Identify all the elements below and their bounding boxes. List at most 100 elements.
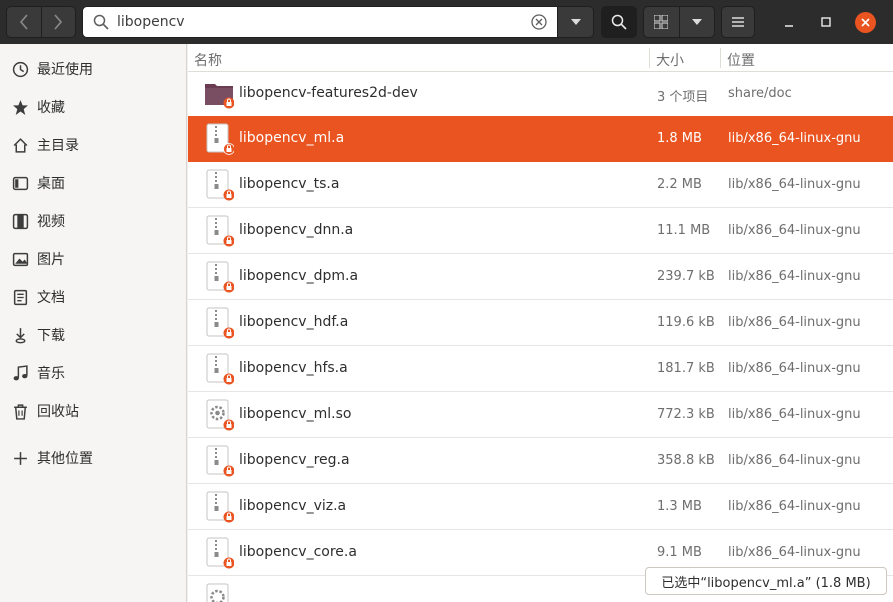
view-options-button[interactable] (678, 7, 714, 37)
file-list: 名称 大小 位置 libopencv-features2d-dev 3 个项目 … (188, 44, 893, 602)
trash-icon (14, 403, 27, 420)
file-location: lib/x86_64-linux-gnu (728, 269, 861, 284)
file-name: libopencv_ml.a (239, 130, 345, 146)
sidebar-item-label: 其他位置 (37, 451, 93, 467)
table-row[interactable]: libopencv_dnn.a 11.1 MB lib/x86_64-linux… (188, 208, 893, 254)
sidebar-item-pictures[interactable]: 图片 (0, 242, 186, 276)
sidebar-item-home[interactable]: 主目录 (0, 128, 186, 162)
navigation-buttons (6, 6, 76, 38)
music-icon (13, 364, 28, 380)
grid-view-button[interactable] (644, 7, 679, 37)
file-location: lib/x86_64-linux-gnu (728, 315, 861, 330)
file-size: 181.7 kB (657, 361, 715, 376)
file-size: 11.1 MB (657, 223, 711, 238)
table-row[interactable]: libopencv_hfs.a 181.7 kB lib/x86_64-linu… (188, 346, 893, 392)
column-separator[interactable] (649, 48, 650, 68)
clock-icon (12, 61, 29, 77)
clear-icon[interactable] (531, 14, 547, 30)
sidebar-item-label: 主目录 (37, 138, 79, 154)
sidebar-item-downloads[interactable]: 下载 (0, 318, 186, 352)
archive-icon (206, 353, 234, 385)
table-row[interactable]: libopencv_ml.a 1.8 MB lib/x86_64-linux-g… (188, 116, 893, 162)
sidebar-item-label: 文档 (37, 290, 65, 306)
chevron-right-icon (54, 14, 63, 30)
forward-button[interactable] (40, 7, 75, 37)
search-options-dropdown[interactable] (558, 6, 594, 38)
file-name: libopencv_hdf.a (239, 314, 349, 330)
file-location: lib/x86_64-linux-gnu (728, 223, 861, 238)
search-field[interactable] (82, 6, 558, 38)
menu-button[interactable] (721, 6, 755, 38)
minimize-button[interactable] (779, 12, 799, 32)
table-row[interactable]: libopencv_ml.so 772.3 kB lib/x86_64-linu… (188, 392, 893, 438)
folder-icon (205, 84, 234, 109)
archive-icon (206, 215, 234, 247)
file-size: 358.8 kB (657, 453, 715, 468)
sidebar-item-desktop[interactable]: 桌面 (0, 166, 186, 200)
archive-icon (206, 169, 234, 201)
sidebar-item-label: 桌面 (37, 176, 65, 192)
image-icon (12, 252, 29, 266)
table-row[interactable]: libopencv_viz.a 1.3 MB lib/x86_64-linux-… (188, 484, 893, 530)
shared-library-icon (206, 583, 229, 602)
sidebar-item-label: 收藏 (37, 100, 65, 116)
column-header: 名称 大小 位置 (188, 44, 893, 72)
sidebar-item-label: 音乐 (37, 366, 65, 382)
table-row[interactable]: libopencv_reg.a 358.8 kB lib/x86_64-linu… (188, 438, 893, 484)
shared-library-icon (206, 399, 234, 431)
file-name: libopencv_ts.a (239, 176, 340, 192)
table-row[interactable]: libopencv_hdf.a 119.6 kB lib/x86_64-linu… (188, 300, 893, 346)
sidebar-item-music[interactable]: 音乐 (0, 356, 186, 390)
archive-icon (206, 307, 234, 339)
sidebar-item-label: 最近使用 (37, 62, 93, 78)
back-button[interactable] (7, 7, 41, 37)
archive-icon (206, 491, 234, 523)
file-name: libopencv_dpm.a (239, 268, 359, 284)
archive-icon (206, 537, 234, 569)
file-name: libopencv_dnn.a (239, 222, 354, 238)
column-header-name[interactable]: 名称 (194, 50, 222, 70)
sidebar-item-label: 图片 (37, 252, 65, 268)
file-location: lib/x86_64-linux-gnu (728, 361, 861, 376)
column-header-location[interactable]: 位置 (727, 50, 755, 70)
file-location: lib/x86_64-linux-gnu (728, 177, 861, 192)
grid-icon (654, 15, 669, 29)
sidebar-item-documents[interactable]: 文档 (0, 280, 186, 314)
sidebar: 最近使用 收藏 主目录 桌面 视频 图片 文档 下载 音乐 回收站 其他位置 (0, 44, 187, 602)
sidebar-item-recent[interactable]: 最近使用 (0, 52, 186, 86)
file-location: lib/x86_64-linux-gnu (728, 131, 861, 146)
download-icon (15, 327, 26, 343)
home-icon (13, 137, 28, 153)
file-location: lib/x86_64-linux-gnu (728, 545, 861, 560)
archive-icon (206, 123, 234, 155)
table-row[interactable]: libopencv_ts.a 2.2 MB lib/x86_64-linux-g… (188, 162, 893, 208)
archive-icon (206, 261, 234, 293)
maximize-button[interactable] (816, 12, 836, 32)
file-name: libopencv_core.a (239, 544, 357, 560)
file-name: libopencv_hfs.a (239, 360, 348, 376)
search-toggle-button[interactable] (601, 6, 637, 38)
sidebar-item-starred[interactable]: 收藏 (0, 90, 186, 124)
file-location: lib/x86_64-linux-gnu (728, 407, 861, 422)
close-button[interactable] (855, 12, 876, 33)
file-name: libopencv_ml.so (239, 406, 352, 422)
search-input[interactable] (117, 12, 517, 32)
file-name: libopencv_viz.a (239, 498, 347, 514)
sidebar-item-label: 回收站 (37, 404, 79, 420)
sidebar-item-label: 下载 (37, 328, 65, 344)
file-size: 239.7 kB (657, 269, 715, 284)
table-row[interactable]: libopencv-features2d-dev 3 个项目 share/doc (188, 71, 893, 117)
table-row[interactable]: libopencv_dpm.a 239.7 kB lib/x86_64-linu… (188, 254, 893, 300)
triangle-down-icon (570, 19, 581, 25)
search-icon (611, 14, 627, 30)
maximize-icon (821, 17, 831, 27)
file-size: 119.6 kB (657, 315, 715, 330)
column-header-size[interactable]: 大小 (656, 50, 684, 70)
sidebar-item-trash[interactable]: 回收站 (0, 394, 186, 428)
sidebar-item-other-locations[interactable]: 其他位置 (0, 441, 186, 475)
column-separator[interactable] (720, 48, 721, 68)
file-name: libopencv-features2d-dev (239, 85, 418, 101)
hamburger-icon (732, 17, 744, 27)
file-size: 772.3 kB (657, 407, 715, 422)
sidebar-item-videos[interactable]: 视频 (0, 204, 186, 238)
